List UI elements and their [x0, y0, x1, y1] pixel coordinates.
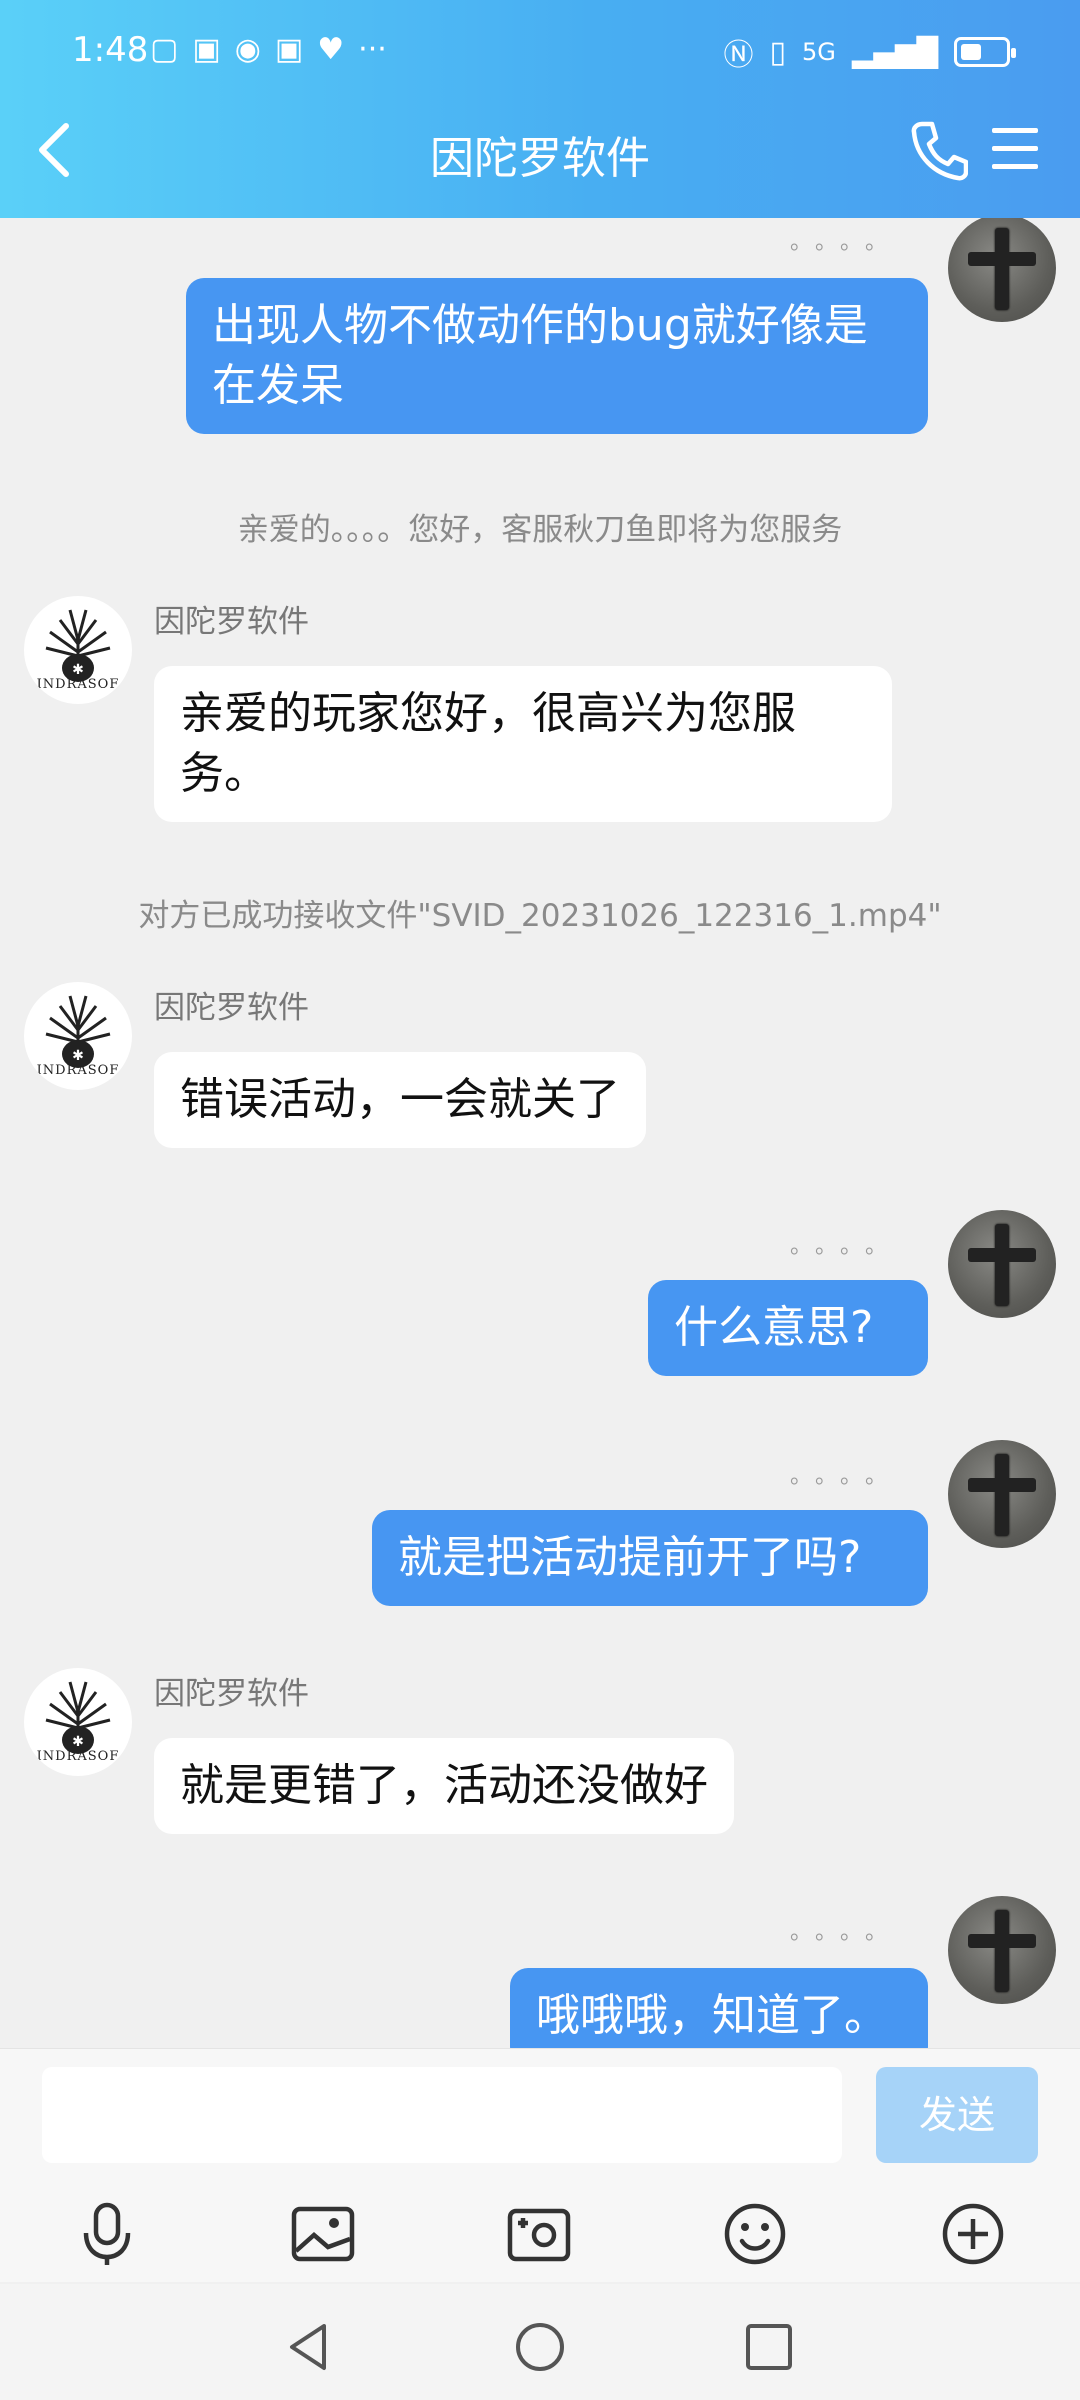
status-time: 1:48 — [72, 30, 149, 70]
app-header: 1:48 ▢ ▣ ◉ ▣ ♥ ··· Ⓝ ▯ 5G ▂▄▆█ 因陀罗软件 — [0, 0, 1080, 218]
nav-home-icon[interactable] — [511, 2318, 569, 2376]
incoming-message[interactable]: 错误活动，一会就关了 — [154, 1052, 646, 1148]
contact-avatar[interactable]: ✱ INDRASOF — [24, 982, 132, 1090]
signal-icon: ▂▄▆█ — [851, 35, 938, 69]
avatar-logo-text: INDRASOF — [36, 1063, 120, 1078]
more-icon: ··· — [358, 32, 387, 67]
read-status: 。。。。 — [790, 1920, 902, 1945]
contact-avatar[interactable]: ✱ INDRASOF — [24, 596, 132, 704]
send-button[interactable]: 发送 — [876, 2067, 1038, 2163]
outgoing-message[interactable]: 什么意思? — [648, 1280, 928, 1376]
outgoing-message[interactable]: 就是把活动提前开了吗? — [372, 1510, 928, 1606]
svg-text:✱: ✱ — [72, 662, 84, 678]
message-input[interactable] — [42, 2067, 842, 2163]
outgoing-message[interactable]: 哦哦哦，知道了。 — [510, 1968, 928, 2048]
svg-text:✱: ✱ — [72, 1048, 84, 1064]
mic-icon[interactable] — [72, 2199, 142, 2269]
svg-text:✱: ✱ — [72, 1734, 84, 1750]
system-nav-bar — [0, 2284, 1080, 2400]
play-icon: ◉ — [234, 32, 261, 67]
my-avatar[interactable] — [948, 1210, 1056, 1318]
my-avatar[interactable] — [948, 1896, 1056, 2004]
avatar-logo-text: INDRASOF — [36, 1749, 120, 1764]
message-composer: 发送 — [0, 2048, 1080, 2282]
plus-icon[interactable] — [938, 2199, 1008, 2269]
vibrate-icon: ▯ — [769, 34, 786, 70]
notification-icons: ▢ ▣ ◉ ▣ ♥ ··· — [150, 32, 387, 67]
incoming-message[interactable]: 亲爱的玩家您好，很高兴为您服务。 — [154, 666, 892, 822]
heart-icon: ♥ — [317, 32, 345, 67]
my-avatar[interactable] — [948, 218, 1056, 322]
status-bar: 1:48 ▢ ▣ ◉ ▣ ♥ ··· Ⓝ ▯ 5G ▂▄▆█ — [0, 0, 1080, 105]
sender-name: 因陀罗软件 — [154, 1676, 309, 1712]
system-status-icons: Ⓝ ▯ 5G ▂▄▆█ — [723, 30, 1016, 74]
read-status: 。。。。 — [790, 230, 902, 255]
file-received-notice: 对方已成功接收文件"SVID_20231026_122316_1.mp4" — [138, 898, 942, 934]
my-avatar[interactable] — [948, 1440, 1056, 1548]
read-status: 。。。。 — [790, 1464, 902, 1489]
app-icon: ▣ — [192, 32, 221, 67]
battery-icon — [954, 37, 1016, 67]
app-icon: ▣ — [274, 32, 304, 67]
tv-icon: ▢ — [150, 32, 179, 67]
sender-name: 因陀罗软件 — [154, 604, 309, 640]
incoming-message[interactable]: 就是更错了，活动还没做好 — [154, 1738, 734, 1834]
network-label: 5G — [801, 38, 836, 66]
camera-icon[interactable] — [504, 2199, 574, 2269]
nav-back-icon[interactable] — [280, 2318, 338, 2376]
chat-area[interactable]: 。。。。 出现人物不做动作的bug就好像是在发呆 亲爱的。。。。您好，客服秋刀鱼… — [0, 218, 1080, 2048]
sender-name: 因陀罗软件 — [154, 990, 309, 1026]
nav-recents-icon[interactable] — [740, 2318, 798, 2376]
system-notice: 亲爱的。。。。您好，客服秋刀鱼即将为您服务 — [237, 512, 843, 548]
avatar-logo-text: INDRASOF — [36, 677, 120, 692]
outgoing-message[interactable]: 出现人物不做动作的bug就好像是在发呆 — [186, 278, 928, 434]
image-icon[interactable] — [288, 2199, 358, 2269]
phone-icon[interactable] — [908, 118, 968, 182]
menu-icon[interactable] — [992, 128, 1038, 172]
read-status: 。。。。 — [790, 1234, 902, 1259]
nfc-icon: Ⓝ — [723, 38, 754, 73]
emoji-icon[interactable] — [720, 2199, 790, 2269]
contact-avatar[interactable]: ✱ INDRASOF — [24, 1668, 132, 1776]
